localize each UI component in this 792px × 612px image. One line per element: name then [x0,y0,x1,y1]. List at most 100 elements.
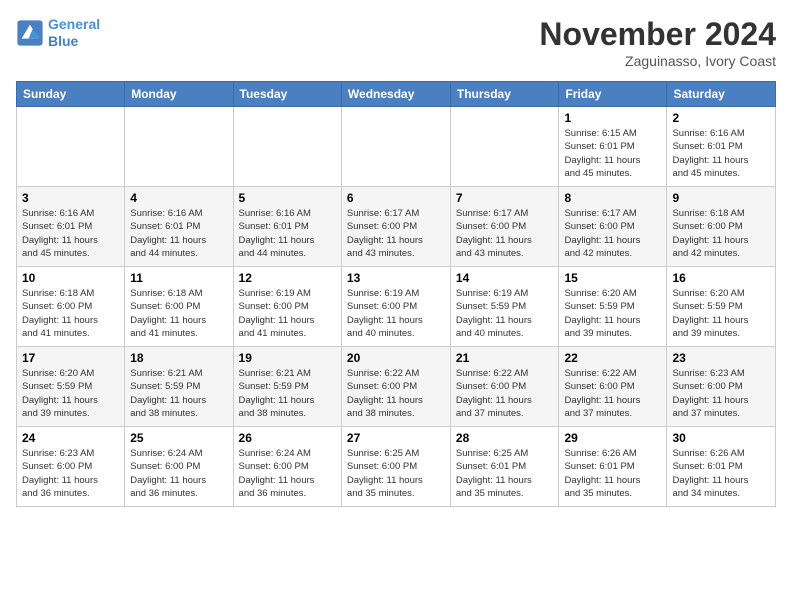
day-number: 24 [22,431,119,445]
day-header-sunday: Sunday [17,82,125,107]
logo-text: General Blue [48,16,100,50]
calendar-week-0: 1Sunrise: 6:15 AM Sunset: 6:01 PM Daylig… [17,107,776,187]
day-header-monday: Monday [125,82,233,107]
calendar-week-1: 3 Sunrise: 6:16 AM Sunset: 6:01 PM Daylig… [17,187,776,267]
calendar-day: 10 Sunrise: 6:18 AM Sunset: 6:00 PM Dayli… [17,267,125,347]
day-info: Sunrise: 6:17 AM Sunset: 6:00 PM Dayligh… [347,207,445,260]
day-number: 26 [239,431,336,445]
location: Zaguinasso, Ivory Coast [539,53,776,69]
calendar-day: 16 Sunrise: 6:20 AM Sunset: 5:59 PM Dayli… [667,267,776,347]
day-info: Sunrise: 6:26 AM Sunset: 6:01 PM Dayligh… [564,447,661,500]
day-number: 30 [672,431,770,445]
calendar-day: 29 Sunrise: 6:26 AM Sunset: 6:01 PM Dayli… [559,427,667,507]
calendar-day: 25 Sunrise: 6:24 AM Sunset: 6:00 PM Dayli… [125,427,233,507]
day-info: Sunrise: 6:16 AM Sunset: 6:01 PM Dayligh… [22,207,119,260]
day-info: Sunrise: 6:16 AM Sunset: 6:01 PM Dayligh… [672,127,770,180]
day-number: 8 [564,191,661,205]
day-info: Sunrise: 6:22 AM Sunset: 6:00 PM Dayligh… [564,367,661,420]
calendar-day: 23 Sunrise: 6:23 AM Sunset: 6:00 PM Dayli… [667,347,776,427]
day-info: Sunrise: 6:22 AM Sunset: 6:00 PM Dayligh… [347,367,445,420]
calendar-day: 14 Sunrise: 6:19 AM Sunset: 5:59 PM Dayli… [450,267,559,347]
day-number: 18 [130,351,227,365]
day-header-friday: Friday [559,82,667,107]
calendar-day: 8 Sunrise: 6:17 AM Sunset: 6:00 PM Daylig… [559,187,667,267]
calendar-week-2: 10 Sunrise: 6:18 AM Sunset: 6:00 PM Dayli… [17,267,776,347]
calendar-day: 12 Sunrise: 6:19 AM Sunset: 6:00 PM Dayli… [233,267,341,347]
day-number: 1 [564,111,661,125]
calendar-day: 24 Sunrise: 6:23 AM Sunset: 6:00 PM Dayli… [17,427,125,507]
day-number: 2 [672,111,770,125]
day-number: 17 [22,351,119,365]
day-info: Sunrise: 6:22 AM Sunset: 6:00 PM Dayligh… [456,367,554,420]
day-number: 4 [130,191,227,205]
day-number: 23 [672,351,770,365]
day-number: 16 [672,271,770,285]
day-info: Sunrise: 6:23 AM Sunset: 6:00 PM Dayligh… [22,447,119,500]
day-info: Sunrise: 6:20 AM Sunset: 5:59 PM Dayligh… [672,287,770,340]
day-number: 11 [130,271,227,285]
logo-line1: General [48,16,100,32]
calendar-day: 30 Sunrise: 6:26 AM Sunset: 6:01 PM Dayli… [667,427,776,507]
day-info: Sunrise: 6:25 AM Sunset: 6:00 PM Dayligh… [347,447,445,500]
calendar-week-3: 17 Sunrise: 6:20 AM Sunset: 5:59 PM Dayli… [17,347,776,427]
calendar-day: 22 Sunrise: 6:22 AM Sunset: 6:00 PM Dayli… [559,347,667,427]
day-header-tuesday: Tuesday [233,82,341,107]
calendar-day: 1Sunrise: 6:15 AM Sunset: 6:01 PM Daylig… [559,107,667,187]
calendar-week-4: 24 Sunrise: 6:23 AM Sunset: 6:00 PM Dayli… [17,427,776,507]
day-info: Sunrise: 6:23 AM Sunset: 6:00 PM Dayligh… [672,367,770,420]
logo-line2: Blue [48,33,78,49]
calendar-day: 18 Sunrise: 6:21 AM Sunset: 5:59 PM Dayli… [125,347,233,427]
calendar-day: 2 Sunrise: 6:16 AM Sunset: 6:01 PM Daylig… [667,107,776,187]
day-number: 21 [456,351,554,365]
day-number: 12 [239,271,336,285]
day-info: Sunrise: 6:16 AM Sunset: 6:01 PM Dayligh… [239,207,336,260]
day-info: Sunrise: 6:20 AM Sunset: 5:59 PM Dayligh… [22,367,119,420]
day-number: 19 [239,351,336,365]
day-header-thursday: Thursday [450,82,559,107]
calendar-day: 20Sunrise: 6:22 AM Sunset: 6:00 PM Dayli… [341,347,450,427]
day-info: Sunrise: 6:18 AM Sunset: 6:00 PM Dayligh… [130,287,227,340]
calendar-day [233,107,341,187]
page-header: General Blue November 2024 Zaguinasso, I… [16,16,776,69]
month-title: November 2024 [539,16,776,53]
calendar-day: 28 Sunrise: 6:25 AM Sunset: 6:01 PM Dayli… [450,427,559,507]
calendar-day [17,107,125,187]
calendar-header: SundayMondayTuesdayWednesdayThursdayFrid… [17,82,776,107]
calendar-day: 27 Sunrise: 6:25 AM Sunset: 6:00 PM Dayli… [341,427,450,507]
day-info: Sunrise: 6:19 AM Sunset: 6:00 PM Dayligh… [239,287,336,340]
day-number: 5 [239,191,336,205]
day-info: Sunrise: 6:24 AM Sunset: 6:00 PM Dayligh… [239,447,336,500]
day-info: Sunrise: 6:21 AM Sunset: 5:59 PM Dayligh… [130,367,227,420]
day-number: 29 [564,431,661,445]
calendar-day: 5 Sunrise: 6:16 AM Sunset: 6:01 PM Daylig… [233,187,341,267]
calendar-day: 15Sunrise: 6:20 AM Sunset: 5:59 PM Dayli… [559,267,667,347]
calendar-day: 26 Sunrise: 6:24 AM Sunset: 6:00 PM Dayli… [233,427,341,507]
day-number: 9 [672,191,770,205]
day-number: 28 [456,431,554,445]
day-info: Sunrise: 6:18 AM Sunset: 6:00 PM Dayligh… [22,287,119,340]
calendar-day: 21 Sunrise: 6:22 AM Sunset: 6:00 PM Dayli… [450,347,559,427]
day-info: Sunrise: 6:24 AM Sunset: 6:00 PM Dayligh… [130,447,227,500]
day-number: 14 [456,271,554,285]
calendar-day: 6 Sunrise: 6:17 AM Sunset: 6:00 PM Daylig… [341,187,450,267]
day-number: 27 [347,431,445,445]
calendar-day: 17 Sunrise: 6:20 AM Sunset: 5:59 PM Dayli… [17,347,125,427]
day-info: Sunrise: 6:16 AM Sunset: 6:01 PM Dayligh… [130,207,227,260]
day-info: Sunrise: 6:17 AM Sunset: 6:00 PM Dayligh… [564,207,661,260]
day-number: 10 [22,271,119,285]
day-info: Sunrise: 6:19 AM Sunset: 6:00 PM Dayligh… [347,287,445,340]
day-number: 22 [564,351,661,365]
day-info: Sunrise: 6:25 AM Sunset: 6:01 PM Dayligh… [456,447,554,500]
calendar-body: 1Sunrise: 6:15 AM Sunset: 6:01 PM Daylig… [17,107,776,507]
calendar-day: 19 Sunrise: 6:21 AM Sunset: 5:59 PM Dayli… [233,347,341,427]
calendar-day [125,107,233,187]
calendar: SundayMondayTuesdayWednesdayThursdayFrid… [16,81,776,507]
day-info: Sunrise: 6:26 AM Sunset: 6:01 PM Dayligh… [672,447,770,500]
day-info: Sunrise: 6:18 AM Sunset: 6:00 PM Dayligh… [672,207,770,260]
day-number: 6 [347,191,445,205]
day-number: 3 [22,191,119,205]
day-info: Sunrise: 6:21 AM Sunset: 5:59 PM Dayligh… [239,367,336,420]
day-info: Sunrise: 6:19 AM Sunset: 5:59 PM Dayligh… [456,287,554,340]
calendar-day [341,107,450,187]
day-number: 25 [130,431,227,445]
